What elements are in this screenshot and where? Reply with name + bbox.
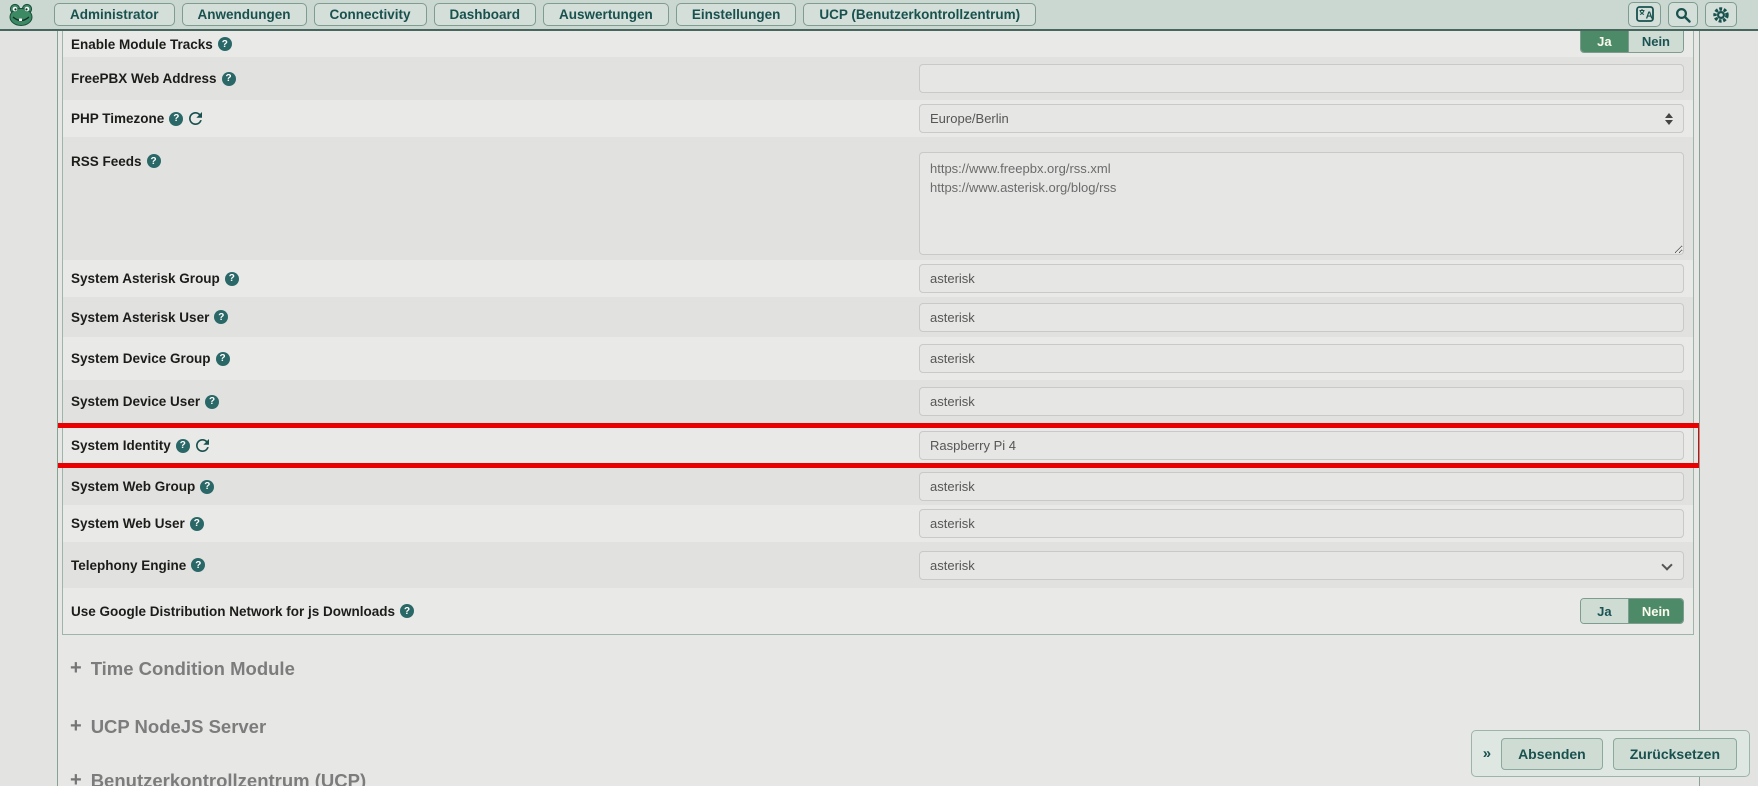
nav-tab-connectivity[interactable]: Connectivity bbox=[314, 3, 427, 26]
help-icon[interactable]: ? bbox=[225, 272, 239, 286]
rss-feeds-textarea[interactable]: https://www.freepbx.org/rss.xml https://… bbox=[919, 152, 1684, 255]
plus-icon: + bbox=[70, 657, 82, 680]
toggle-ja[interactable]: Ja bbox=[1581, 31, 1628, 52]
help-icon[interactable]: ? bbox=[147, 154, 161, 168]
toggle-nein[interactable]: Nein bbox=[1628, 31, 1683, 52]
top-navbar: Administrator Anwendungen Connectivity D… bbox=[0, 0, 1758, 31]
plus-icon: + bbox=[70, 769, 82, 786]
navbar-icon-group: A bbox=[1628, 2, 1737, 27]
system-device-group-input[interactable] bbox=[919, 344, 1684, 373]
setting-label: PHP Timezone bbox=[71, 111, 164, 126]
freepbx-advanced-settings-screen: Administrator Anwendungen Connectivity D… bbox=[0, 0, 1758, 786]
row-system-asterisk-user: System Asterisk User ? bbox=[63, 297, 1693, 337]
setting-label: Telephony Engine bbox=[71, 558, 186, 573]
row-system-identity: System Identity ? bbox=[63, 423, 1693, 468]
select-updown-icon bbox=[1665, 113, 1673, 125]
refresh-icon[interactable] bbox=[196, 439, 209, 452]
help-icon[interactable]: ? bbox=[169, 112, 183, 126]
row-system-device-user: System Device User ? bbox=[63, 380, 1693, 423]
reset-button[interactable]: Zurücksetzen bbox=[1613, 738, 1737, 770]
setting-label: Enable Module Tracks bbox=[71, 37, 213, 52]
row-freepbx-web-address: FreePBX Web Address ? bbox=[63, 57, 1693, 100]
enable-module-tracks-toggle: Ja Nein bbox=[1580, 31, 1684, 53]
section-title: Benutzerkontrollzentrum (UCP) bbox=[91, 770, 366, 786]
row-php-timezone: PHP Timezone ? Europe/Berlin bbox=[63, 100, 1693, 137]
content-panel: Enable Module Tracks ? Ja Nein FreePBX W… bbox=[57, 31, 1700, 786]
help-icon[interactable]: ? bbox=[191, 558, 205, 572]
settings-section: Enable Module Tracks ? Ja Nein FreePBX W… bbox=[62, 31, 1694, 635]
nav-tab-dashboard[interactable]: Dashboard bbox=[434, 3, 537, 26]
row-rss-feeds: RSS Feeds ? https://www.freepbx.org/rss.… bbox=[63, 137, 1693, 260]
setting-label: System Identity bbox=[71, 438, 171, 453]
google-cdn-toggle: Ja Nein bbox=[1580, 598, 1684, 624]
svg-text:A: A bbox=[1645, 11, 1652, 22]
language-translate-button[interactable]: A bbox=[1628, 2, 1661, 27]
collapse-arrow[interactable]: » bbox=[1483, 745, 1491, 762]
nav-tab-einstellungen[interactable]: Einstellungen bbox=[676, 3, 797, 26]
row-system-device-group: System Device Group ? bbox=[63, 337, 1693, 380]
row-system-web-user: System Web User ? bbox=[63, 505, 1693, 542]
toggle-nein[interactable]: Nein bbox=[1628, 599, 1683, 623]
action-bar: » Absenden Zurücksetzen bbox=[1471, 730, 1750, 777]
help-icon[interactable]: ? bbox=[200, 480, 214, 494]
section-ucp-nodejs-server[interactable]: + UCP NodeJS Server bbox=[70, 715, 266, 738]
freepbx-frog-logo[interactable] bbox=[8, 3, 34, 27]
setting-label: System Device Group bbox=[71, 351, 211, 366]
selected-option: asterisk bbox=[930, 558, 975, 573]
telephony-engine-select[interactable]: asterisk bbox=[919, 551, 1684, 580]
help-icon[interactable]: ? bbox=[222, 72, 236, 86]
system-asterisk-group-input[interactable] bbox=[919, 264, 1684, 293]
setting-label: System Asterisk Group bbox=[71, 271, 220, 286]
setting-label: Use Google Distribution Network for js D… bbox=[71, 604, 395, 619]
search-icon bbox=[1675, 7, 1691, 23]
section-title: UCP NodeJS Server bbox=[91, 716, 267, 738]
help-icon[interactable]: ? bbox=[205, 395, 219, 409]
system-device-user-input[interactable] bbox=[919, 387, 1684, 416]
translate-icon: A bbox=[1636, 6, 1654, 23]
settings-gear-button[interactable] bbox=[1705, 2, 1737, 27]
plus-icon: + bbox=[70, 715, 82, 738]
setting-label: System Web Group bbox=[71, 479, 195, 494]
nav-tab-administrator[interactable]: Administrator bbox=[54, 3, 175, 26]
help-icon[interactable]: ? bbox=[400, 604, 414, 618]
help-icon[interactable]: ? bbox=[214, 310, 228, 324]
system-web-user-input[interactable] bbox=[919, 509, 1684, 538]
toggle-ja[interactable]: Ja bbox=[1581, 599, 1628, 623]
help-icon[interactable]: ? bbox=[190, 517, 204, 531]
chevron-down-icon bbox=[1661, 559, 1672, 570]
setting-label: RSS Feeds bbox=[71, 154, 142, 169]
help-icon[interactable]: ? bbox=[218, 37, 232, 51]
freepbx-web-address-input[interactable] bbox=[919, 64, 1684, 93]
row-system-asterisk-group: System Asterisk Group ? bbox=[63, 260, 1693, 297]
refresh-icon[interactable] bbox=[189, 112, 202, 125]
row-enable-module-tracks: Enable Module Tracks ? Ja Nein bbox=[63, 31, 1693, 57]
php-timezone-select[interactable]: Europe/Berlin bbox=[919, 104, 1684, 133]
section-benutzerkontrollzentrum[interactable]: + Benutzerkontrollzentrum (UCP) bbox=[70, 769, 366, 786]
nav-tab-anwendungen[interactable]: Anwendungen bbox=[182, 3, 307, 26]
section-title: Time Condition Module bbox=[91, 658, 295, 680]
system-web-group-input[interactable] bbox=[919, 472, 1684, 501]
selected-option: Europe/Berlin bbox=[930, 111, 1009, 126]
system-asterisk-user-input[interactable] bbox=[919, 303, 1684, 332]
row-system-web-group: System Web Group ? bbox=[63, 468, 1693, 505]
setting-label: FreePBX Web Address bbox=[71, 71, 217, 86]
setting-label: System Device User bbox=[71, 394, 200, 409]
help-icon[interactable]: ? bbox=[176, 439, 190, 453]
row-telephony-engine: Telephony Engine ? asterisk bbox=[63, 542, 1693, 588]
gear-icon bbox=[1712, 6, 1730, 24]
help-icon[interactable]: ? bbox=[216, 352, 230, 366]
setting-label: System Web User bbox=[71, 516, 185, 531]
system-identity-input[interactable] bbox=[919, 431, 1684, 460]
search-button[interactable] bbox=[1668, 2, 1698, 27]
setting-label: System Asterisk User bbox=[71, 310, 209, 325]
submit-button[interactable]: Absenden bbox=[1501, 738, 1603, 770]
nav-tab-auswertungen[interactable]: Auswertungen bbox=[543, 3, 669, 26]
section-time-condition-module[interactable]: + Time Condition Module bbox=[70, 657, 295, 680]
nav-tab-ucp[interactable]: UCP (Benutzerkontrollzentrum) bbox=[803, 3, 1036, 26]
row-google-cdn: Use Google Distribution Network for js D… bbox=[63, 588, 1693, 634]
